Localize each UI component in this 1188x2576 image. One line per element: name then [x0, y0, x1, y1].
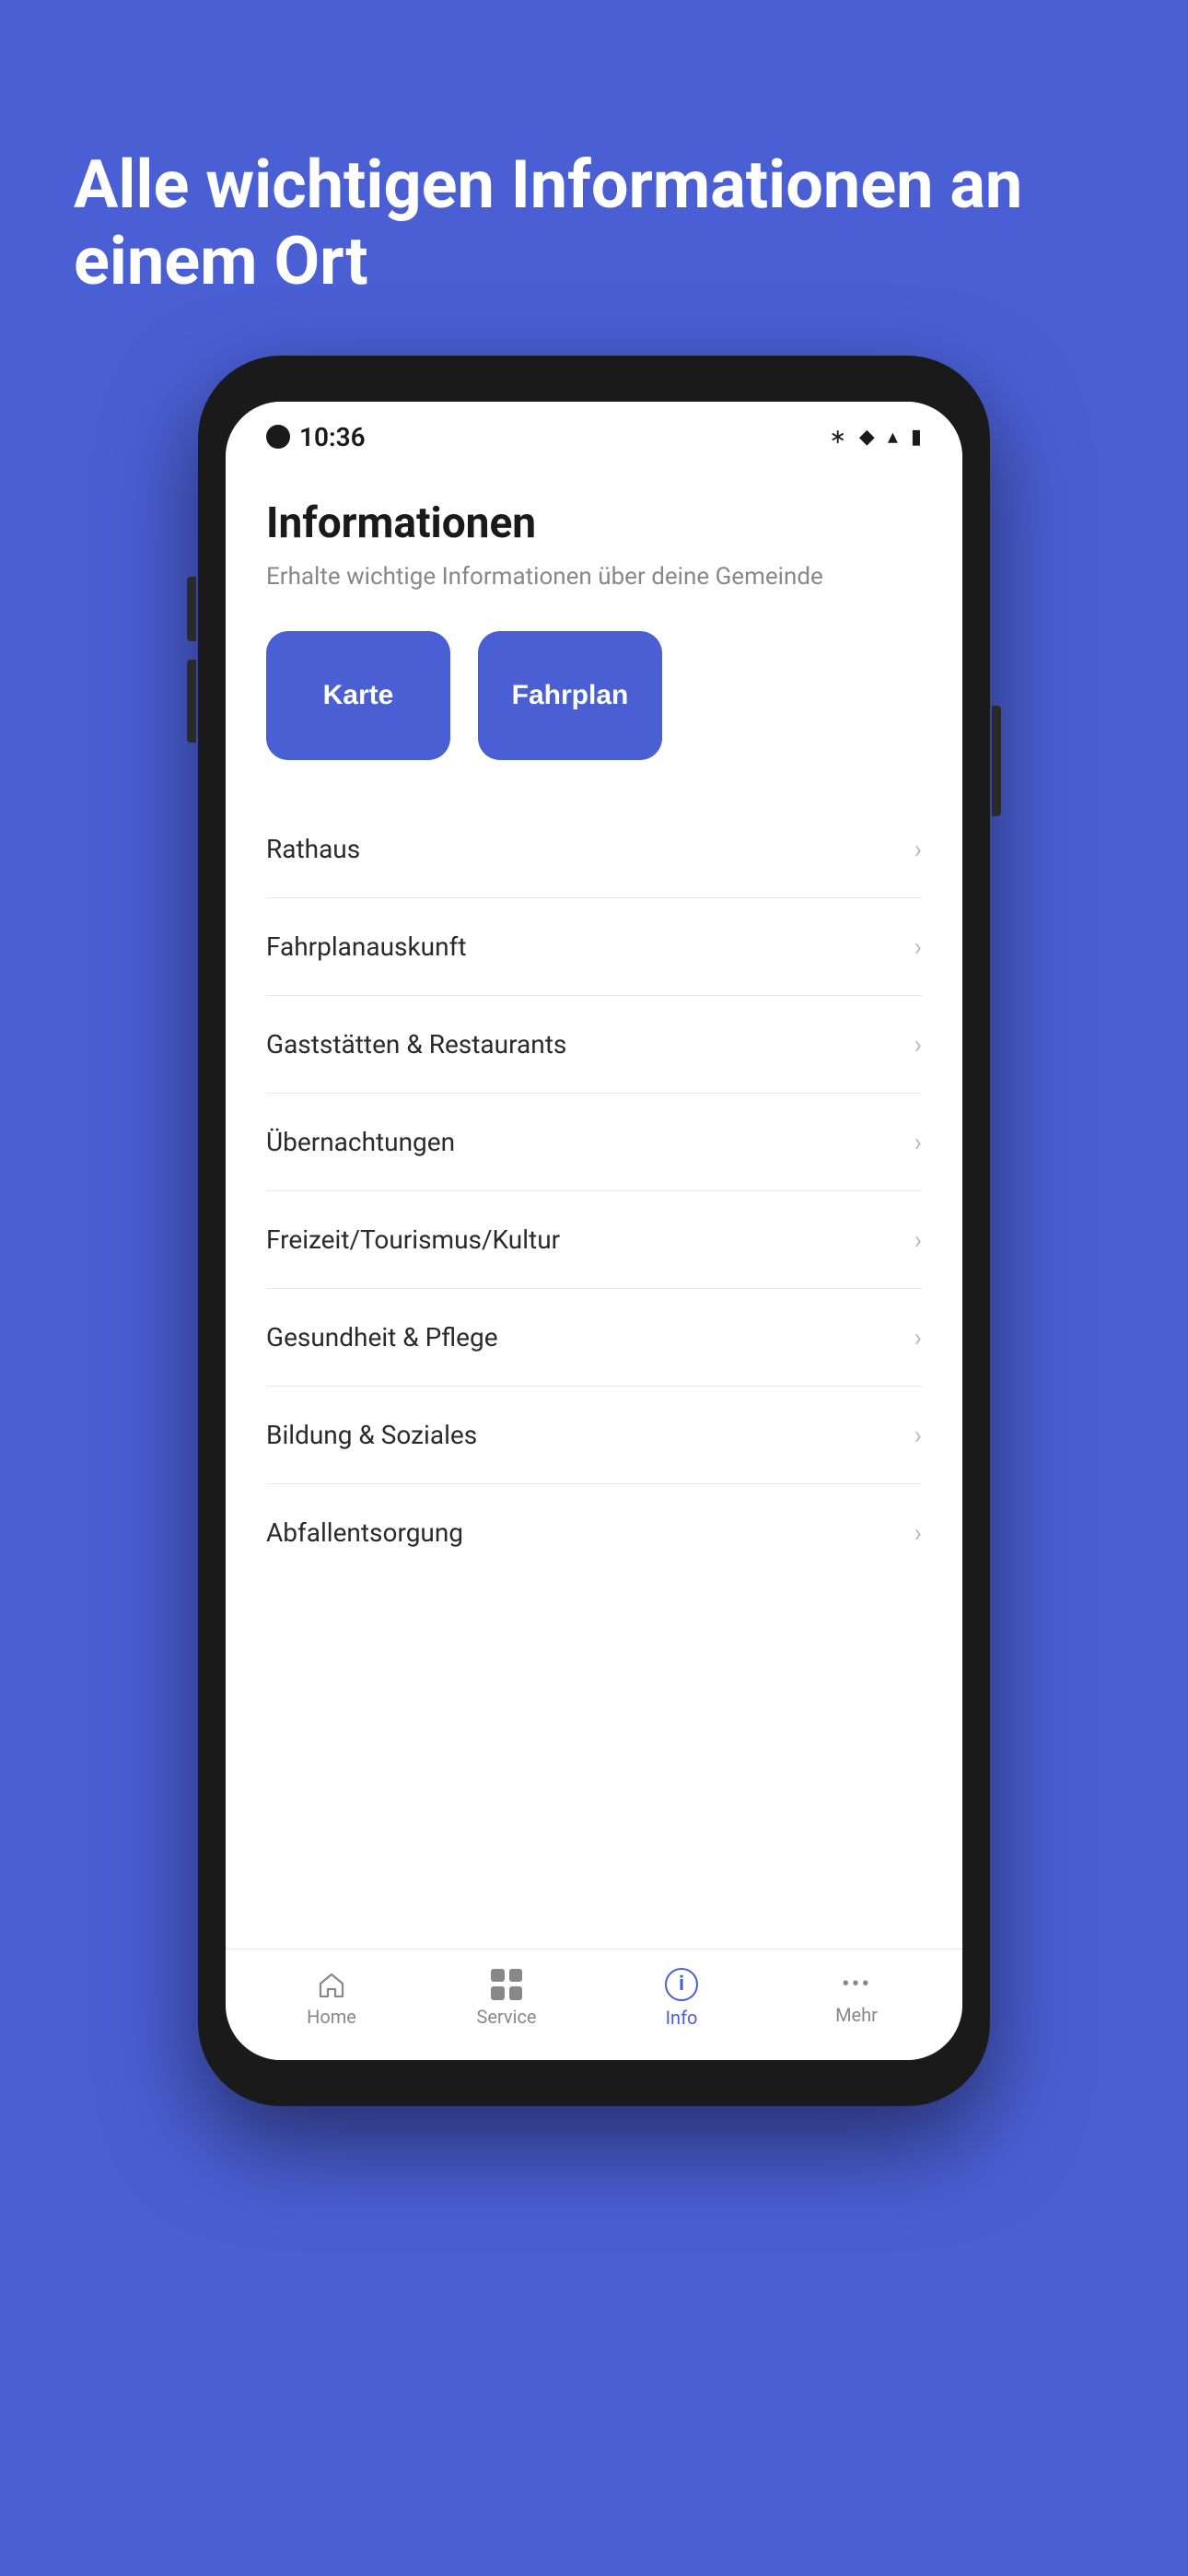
hero-section: Alle wichtigen Informationen an einem Or…	[0, 0, 1188, 356]
volume-button-2	[187, 660, 196, 724]
wifi-icon: ▴	[888, 426, 898, 449]
nav-label-mehr: Mehr	[835, 2004, 878, 2026]
bell-off-icon: ◆	[859, 426, 875, 449]
nav-label-service: Service	[476, 2006, 536, 2028]
battery-icon: ▮	[911, 426, 922, 449]
menu-item-uebernachtungen[interactable]: Übernachtungen ›	[266, 1094, 922, 1191]
menu-item-label: Gaststätten & Restaurants	[266, 1029, 566, 1060]
info-circle-icon: i	[665, 1968, 698, 2001]
chevron-icon: ›	[914, 1127, 922, 1157]
chevron-icon: ›	[914, 1224, 922, 1255]
menu-item-abfallentsorgung[interactable]: Abfallentsorgung ›	[266, 1484, 922, 1581]
page-subtitle: Erhalte wichtige Informationen über dein…	[266, 563, 922, 591]
volume-button-1	[187, 577, 196, 641]
menu-item-label: Übernachtungen	[266, 1127, 455, 1157]
dots-icon: •••	[842, 1971, 871, 1998]
phone-screen: 10:36 ∗ ◆ ▴ ▮ Informationen Erhalte wich…	[226, 402, 962, 2060]
chevron-icon: ›	[914, 834, 922, 864]
status-icons: ∗ ◆ ▴ ▮	[829, 426, 922, 449]
hero-title: Alle wichtigen Informationen an einem Or…	[74, 147, 1114, 300]
nav-label-home: Home	[307, 2006, 356, 2028]
chevron-icon: ›	[914, 931, 922, 962]
menu-item-fahrplanauskunft[interactable]: Fahrplanauskunft ›	[266, 898, 922, 996]
nav-item-mehr[interactable]: ••• Mehr	[810, 1971, 903, 2026]
phone-mockup: 10:36 ∗ ◆ ▴ ▮ Informationen Erhalte wich…	[198, 356, 990, 2106]
home-icon	[316, 1969, 347, 2000]
time-display: 10:36	[299, 422, 366, 452]
app-content: Informationen Erhalte wichtige Informati…	[226, 462, 962, 1949]
page-title: Informationen	[266, 498, 922, 548]
chevron-icon: ›	[914, 1322, 922, 1352]
menu-item-label: Freizeit/Tourismus/Kultur	[266, 1224, 560, 1255]
fahrplan-button[interactable]: Fahrplan	[478, 631, 662, 760]
menu-item-rathaus[interactable]: Rathaus ›	[266, 801, 922, 898]
nav-item-home[interactable]: Home	[285, 1969, 378, 2028]
menu-item-label: Gesundheit & Pflege	[266, 1322, 498, 1352]
menu-item-gesundheit[interactable]: Gesundheit & Pflege ›	[266, 1289, 922, 1387]
chevron-icon: ›	[914, 1517, 922, 1548]
menu-item-bildung[interactable]: Bildung & Soziales ›	[266, 1387, 922, 1484]
status-bar: 10:36 ∗ ◆ ▴ ▮	[226, 402, 962, 462]
quick-actions: Karte Fahrplan	[266, 631, 922, 760]
bluetooth-icon: ∗	[829, 426, 845, 449]
menu-item-label: Fahrplanauskunft	[266, 931, 466, 962]
status-time-area: 10:36	[266, 422, 366, 452]
bottom-nav: Home Service i Info ••• Mehr	[226, 1949, 962, 2060]
menu-item-label: Bildung & Soziales	[266, 1420, 477, 1450]
nav-label-info: Info	[666, 2007, 698, 2029]
chevron-icon: ›	[914, 1420, 922, 1450]
camera-dot	[266, 425, 290, 449]
menu-list: Rathaus › Fahrplanauskunft › Gaststätten…	[266, 801, 922, 1581]
nav-item-service[interactable]: Service	[460, 1969, 553, 2028]
menu-item-freizeit[interactable]: Freizeit/Tourismus/Kultur ›	[266, 1191, 922, 1289]
nav-item-info[interactable]: i Info	[635, 1968, 728, 2029]
menu-item-label: Rathaus	[266, 834, 360, 864]
karte-button[interactable]: Karte	[266, 631, 450, 760]
menu-item-gaststaetten[interactable]: Gaststätten & Restaurants ›	[266, 996, 922, 1094]
service-grid-icon	[491, 1969, 522, 2000]
menu-item-label: Abfallentsorgung	[266, 1517, 463, 1548]
chevron-icon: ›	[914, 1029, 922, 1060]
